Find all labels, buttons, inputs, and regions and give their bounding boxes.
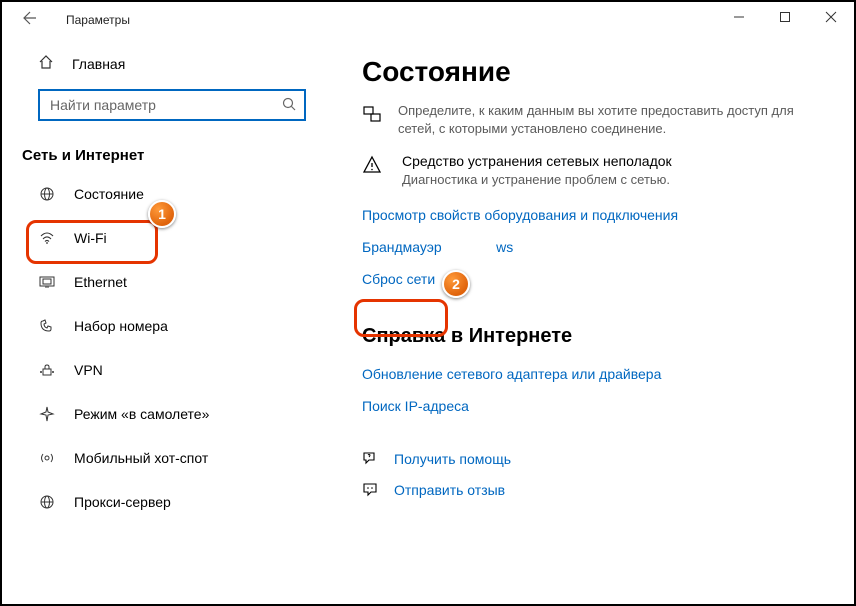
sidebar-item-proxy[interactable]: Прокси-сервер bbox=[2, 480, 322, 524]
sharing-icon bbox=[362, 102, 382, 137]
help-section-title: Справка в Интернете bbox=[362, 325, 814, 348]
window-controls bbox=[716, 2, 854, 32]
sidebar-item-ethernet[interactable]: Ethernet bbox=[2, 260, 322, 304]
search-input[interactable] bbox=[48, 96, 282, 114]
home-link[interactable]: Главная bbox=[2, 44, 322, 83]
minimize-button[interactable] bbox=[716, 2, 762, 32]
link-feedback[interactable]: Отправить отзыв bbox=[362, 475, 814, 506]
sidebar-item-vpn[interactable]: VPN bbox=[2, 348, 322, 392]
sidebar-item-label: VPN bbox=[74, 362, 103, 378]
wifi-icon bbox=[38, 230, 56, 246]
link-firewall-prefix: Брандмауэр bbox=[362, 239, 442, 255]
ethernet-icon bbox=[38, 274, 56, 290]
link-network-reset[interactable]: Сброс сети bbox=[362, 263, 435, 295]
sidebar-item-dialup[interactable]: Набор номера bbox=[2, 304, 322, 348]
titlebar: Параметры bbox=[2, 2, 854, 38]
sidebar-item-status[interactable]: Состояние bbox=[2, 172, 322, 216]
link-label: Получить помощь bbox=[394, 451, 511, 467]
troubleshoot-desc: Диагностика и устранение проблем с сетью… bbox=[402, 171, 672, 189]
maximize-button[interactable] bbox=[762, 2, 808, 32]
sharing-desc: Определите, к каким данным вы хотите пре… bbox=[398, 102, 814, 137]
window-title: Параметры bbox=[66, 13, 130, 27]
search-box[interactable] bbox=[38, 89, 306, 121]
airplane-icon bbox=[38, 406, 56, 422]
dialup-icon bbox=[38, 318, 56, 334]
close-button[interactable] bbox=[808, 2, 854, 32]
search-icon bbox=[282, 97, 296, 114]
vpn-icon bbox=[38, 362, 56, 378]
page-title: Состояние bbox=[362, 56, 814, 88]
hotspot-icon bbox=[38, 450, 56, 466]
link-update-adapter[interactable]: Обновление сетевого адаптера или драйвер… bbox=[362, 358, 661, 390]
link-find-ip[interactable]: Поиск IP-адреса bbox=[362, 390, 469, 422]
sidebar-item-wifi[interactable]: Wi-Fi bbox=[2, 216, 322, 260]
sidebar-item-label: Режим «в самолете» bbox=[74, 406, 209, 422]
feedback-icon bbox=[362, 481, 380, 500]
link-label: Отправить отзыв bbox=[394, 482, 505, 498]
sidebar-item-label: Набор номера bbox=[74, 318, 168, 334]
sidebar-item-label: Wi-Fi bbox=[74, 230, 107, 246]
sidebar-item-label: Состояние bbox=[74, 186, 144, 202]
back-button[interactable] bbox=[20, 10, 42, 31]
section-header: Сеть и Интернет bbox=[2, 135, 322, 172]
link-firewall-suffix: ws bbox=[496, 239, 513, 255]
link-hw-properties[interactable]: Просмотр свойств оборудования и подключе… bbox=[362, 199, 678, 231]
sidebar-item-hotspot[interactable]: Мобильный хот-спот bbox=[2, 436, 322, 480]
home-label: Главная bbox=[72, 56, 125, 72]
main-panel: Состояние Определите, к каким данным вы … bbox=[322, 38, 854, 604]
sidebar-item-label: Мобильный хот-спот bbox=[74, 450, 208, 466]
chat-icon bbox=[362, 450, 380, 469]
link-firewall[interactable]: Брандмауэр XXXXX ws bbox=[362, 231, 513, 263]
sidebar-item-label: Прокси-сервер bbox=[74, 494, 171, 510]
troubleshoot-title: Средство устранения сетевых неполадок bbox=[402, 153, 672, 169]
sidebar: Главная Сеть и Интернет Состояние Wi-Fi bbox=[2, 38, 322, 604]
home-icon bbox=[38, 54, 54, 73]
status-icon bbox=[38, 186, 56, 202]
warning-icon bbox=[362, 153, 386, 189]
sidebar-item-airplane[interactable]: Режим «в самолете» bbox=[2, 392, 322, 436]
proxy-icon bbox=[38, 494, 56, 510]
troubleshoot-row[interactable]: Средство устранения сетевых неполадок Ди… bbox=[362, 147, 814, 199]
link-get-help[interactable]: Получить помощь bbox=[362, 444, 814, 475]
arrow-left-icon bbox=[20, 10, 36, 26]
sidebar-item-label: Ethernet bbox=[74, 274, 127, 290]
sharing-row: Определите, к каким данным вы хотите пре… bbox=[362, 96, 814, 147]
